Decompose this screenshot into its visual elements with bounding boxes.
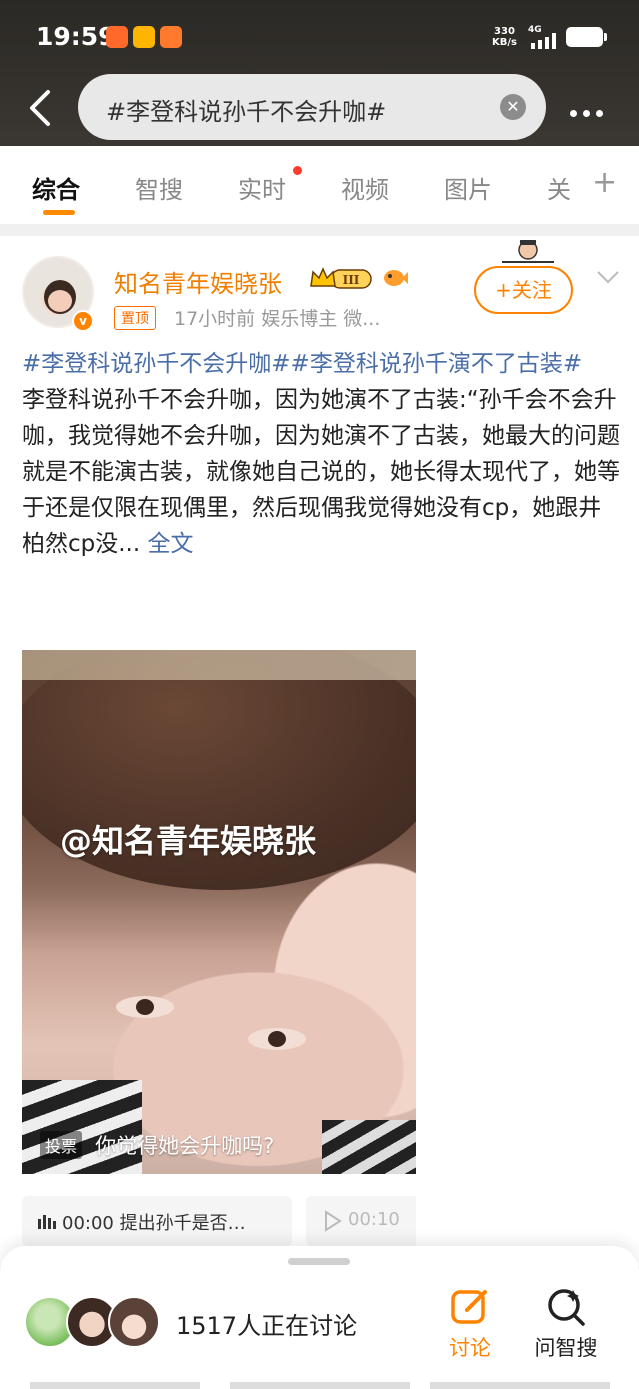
tab-images[interactable]: 图片	[444, 170, 492, 205]
add-tab-icon[interactable]: +	[592, 168, 617, 198]
vote-badge: 投票	[40, 1131, 83, 1159]
post-meta: 17小时前 娱乐博主 微...	[174, 308, 381, 330]
tab-realtime[interactable]: 实时	[238, 170, 286, 205]
video-top-strip	[22, 650, 416, 680]
audio-clip-1-label: 00:00 提出孙千是否…	[62, 1213, 246, 1234]
verified-badge-icon: v	[72, 310, 94, 332]
tab-comprehensive[interactable]: 综合	[32, 170, 80, 205]
discuss-button[interactable]: 讨论	[440, 1286, 500, 1362]
network-speed: 330 KB/s	[492, 26, 517, 48]
member-crown-icon: III	[310, 267, 372, 289]
ask-label: 问智搜	[534, 1336, 598, 1360]
smart-search-icon	[548, 1289, 585, 1326]
realtime-notification-dot	[293, 166, 302, 175]
battery-icon	[566, 27, 607, 47]
audio-clip-2-label: 00:10	[348, 1209, 400, 1230]
shop-notification-icon	[160, 26, 182, 48]
avatar-face	[44, 280, 76, 314]
follow-button[interactable]: +关注	[474, 266, 573, 314]
signal-icon	[531, 33, 556, 49]
participant-avatar	[108, 1296, 160, 1348]
pinned-badge: 置顶	[114, 306, 156, 330]
ask-smart-search-button[interactable]: 问智搜	[528, 1286, 604, 1362]
full-text-label: 全文	[147, 531, 194, 557]
video-watermark: @知名青年娱晓张	[60, 822, 317, 860]
net-speed-value: 330	[494, 26, 515, 37]
member-level-text: III	[343, 273, 360, 287]
post-card: v 知名青年娱晓张 III 置顶 17小时前 娱乐博主 微... +关注 #李登…	[0, 236, 639, 1266]
back-arrow-icon[interactable]	[26, 88, 54, 128]
chevron-down-icon[interactable]	[596, 270, 620, 284]
play-icon	[325, 1210, 342, 1232]
audio-clip-1[interactable]: 00:00 提出孙千是否…	[22, 1196, 292, 1246]
weibo-notification-icon	[133, 26, 155, 48]
post-text: 李登科说孙千不会升咖，因为她演不了古装:“孙千会不会升咖，我觉得她不会升咖，因为…	[22, 387, 620, 557]
follow-sticker-icon	[502, 240, 554, 263]
video-left-eye	[116, 996, 174, 1018]
video-shirt-right	[322, 1120, 416, 1174]
drag-handle[interactable]	[288, 1258, 350, 1265]
search-tabs: 综合 智搜 实时 视频 图片 关	[0, 146, 639, 224]
bottom-bar: 1517人正在讨论 讨论 问智搜	[0, 1246, 639, 1389]
top-header: 19:59 330 KB/s 4G #李登科说孙千不会升咖# ✕	[0, 0, 639, 146]
full-text-link[interactable]: 全文	[140, 531, 194, 557]
author-name[interactable]: 知名青年娱晓张	[114, 264, 282, 299]
post-hashtags[interactable]: #李登科说孙千不会升咖##李登科说孙千演不了古装#	[22, 351, 582, 377]
status-time: 19:59	[36, 22, 116, 51]
more-options-icon[interactable]	[570, 102, 609, 121]
fish-emblem-icon	[384, 270, 408, 286]
net-speed-unit: KB/s	[492, 37, 517, 48]
tab-smart-search[interactable]: 智搜	[135, 170, 183, 205]
vote-question: 你觉得她会升咖吗?	[95, 1134, 275, 1158]
post-body: #李登科说孙千不会升咖##李登科说孙千演不了古装# 李登科说孙千不会升咖，因为她…	[22, 346, 622, 562]
post-video[interactable]: @知名青年娱晓张 投票 你觉得她会升咖吗?	[22, 650, 416, 1174]
notification-app-icon	[106, 26, 128, 48]
status-bar: 19:59 330 KB/s 4G	[0, 0, 639, 70]
video-right-eye	[248, 1028, 306, 1050]
tab-follow[interactable]: 关	[547, 170, 571, 205]
tab-video[interactable]: 视频	[341, 170, 389, 205]
discuss-label: 讨论	[449, 1336, 491, 1360]
audio-clip-2[interactable]: 00:10	[306, 1196, 416, 1246]
home-indicator	[0, 1382, 639, 1389]
search-input[interactable]: #李登科说孙千不会升咖#	[106, 92, 386, 127]
clear-search-icon[interactable]: ✕	[500, 94, 526, 120]
edit-icon	[451, 1290, 487, 1324]
search-bar[interactable]: #李登科说孙千不会升咖# ✕	[78, 74, 546, 140]
active-tab-indicator	[43, 210, 75, 215]
vote-overlay[interactable]: 投票 你觉得她会升咖吗?	[40, 1130, 274, 1160]
discussion-count: 1517人正在讨论	[176, 1312, 358, 1340]
audio-wave-icon	[38, 1215, 56, 1229]
